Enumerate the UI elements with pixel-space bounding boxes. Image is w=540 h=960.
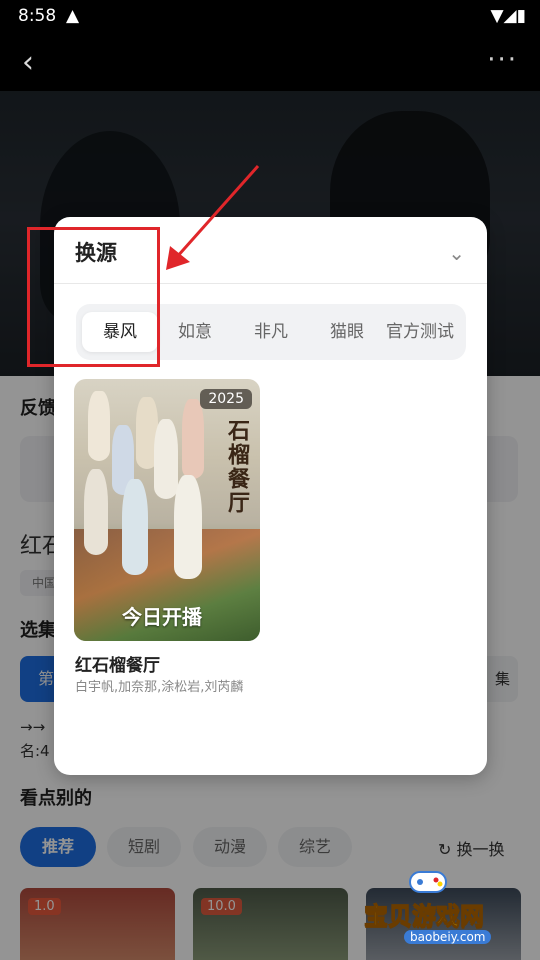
poster-figure	[182, 399, 204, 479]
more-icon[interactable]: ···	[487, 45, 518, 75]
top-app-bar: ‹ ···	[0, 31, 540, 91]
watermark: 宝贝游戏网 baobeiy.com	[360, 862, 530, 958]
poster-figure	[154, 419, 178, 499]
chevron-down-icon[interactable]: ⌄	[448, 241, 465, 265]
status-time: 8:58	[18, 6, 57, 26]
poster-title: 石榴餐厅	[224, 419, 249, 515]
show-title[interactable]: 红石榴餐厅	[75, 651, 160, 676]
signal-battery-icons: ▼◢▮	[490, 6, 526, 26]
tab-official-test[interactable]: 官方测试	[386, 312, 466, 352]
watermark-brand: 宝贝游戏网	[364, 902, 485, 931]
annotation-box	[27, 227, 160, 367]
show-cast: 白宇帆,加奈那,涂松岩,刘芮麟	[75, 680, 244, 695]
tab-ruyi[interactable]: 如意	[158, 312, 232, 352]
show-poster[interactable]: 2025 石榴餐厅 今日开播	[74, 379, 260, 641]
poster-figure	[88, 391, 110, 461]
poster-figure	[174, 475, 202, 579]
tab-maoyan[interactable]: 猫眼	[310, 312, 384, 352]
gamepad-icon	[409, 871, 447, 893]
warning-icon: ▲	[66, 6, 80, 26]
poster-figure	[122, 479, 148, 575]
poster-badge: 今日开播	[122, 605, 202, 629]
year-badge: 2025	[200, 389, 252, 409]
back-icon[interactable]: ‹	[22, 45, 34, 80]
poster-figure	[84, 469, 108, 555]
watermark-domain: baobeiy.com	[404, 930, 492, 944]
status-bar: 8:58 ▲ ▼◢▮	[0, 0, 540, 31]
tab-feifan[interactable]: 非凡	[234, 312, 308, 352]
